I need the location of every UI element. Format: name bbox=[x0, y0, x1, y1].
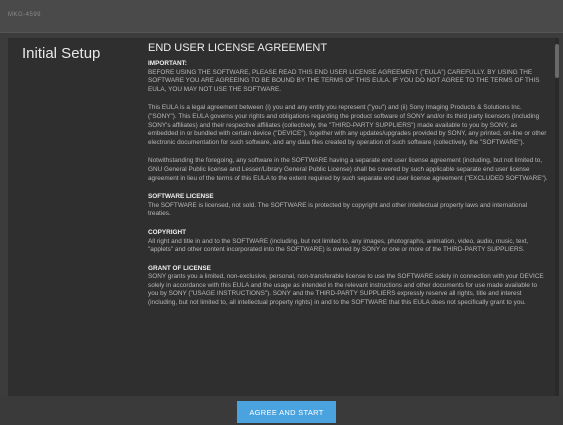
setup-panel: Initial Setup END USER LICENSE AGREEMENT… bbox=[8, 38, 559, 396]
app-window: MKG-4599 Initial Setup END USER LICENSE … bbox=[0, 0, 563, 425]
device-name: MKG-4599 bbox=[8, 12, 42, 18]
section-text: SONY grants you a limited, non-exclusive… bbox=[148, 273, 544, 307]
section-text: The SOFTWARE is licensed, not sold. The … bbox=[148, 201, 528, 218]
eula-section-copyright: COPYRIGHT All right and title in and to … bbox=[148, 229, 548, 255]
section-heading: COPYRIGHT bbox=[148, 228, 186, 236]
eula-section-important: IMPORTANT: BEFORE USING THE SOFTWARE, PL… bbox=[148, 60, 548, 94]
eula-scrollbar[interactable] bbox=[555, 38, 559, 396]
footer-bar: AGREE AND START bbox=[0, 396, 563, 425]
eula-section-grant: GRANT OF LICENSE SONY grants you a limit… bbox=[148, 265, 548, 308]
section-text: Notwithstanding the foregoing, any softw… bbox=[148, 157, 548, 182]
section-heading: GRANT OF LICENSE bbox=[148, 264, 211, 272]
eula-title: END USER LICENSE AGREEMENT bbox=[148, 42, 328, 54]
section-text: This EULA is a legal agreement between (… bbox=[148, 104, 547, 146]
section-text: All right and title in and to the SOFTWA… bbox=[148, 237, 529, 254]
agree-and-start-button[interactable]: AGREE AND START bbox=[237, 401, 336, 423]
section-text: BEFORE USING THE SOFTWARE, PLEASE READ T… bbox=[148, 68, 540, 93]
eula-section-excluded: Notwithstanding the foregoing, any softw… bbox=[148, 157, 548, 183]
eula-section-software-license: SOFTWARE LICENSE The SOFTWARE is license… bbox=[148, 193, 548, 219]
eula-section-parties: This EULA is a legal agreement between (… bbox=[148, 104, 548, 147]
section-heading: IMPORTANT: bbox=[148, 60, 187, 67]
top-bar: MKG-4599 bbox=[0, 0, 563, 33]
scrollbar-thumb[interactable] bbox=[555, 44, 559, 78]
page-title: Initial Setup bbox=[22, 45, 101, 62]
eula-content[interactable]: END USER LICENSE AGREEMENT IMPORTANT: BE… bbox=[148, 42, 548, 396]
section-heading: SOFTWARE LICENSE bbox=[148, 193, 214, 201]
